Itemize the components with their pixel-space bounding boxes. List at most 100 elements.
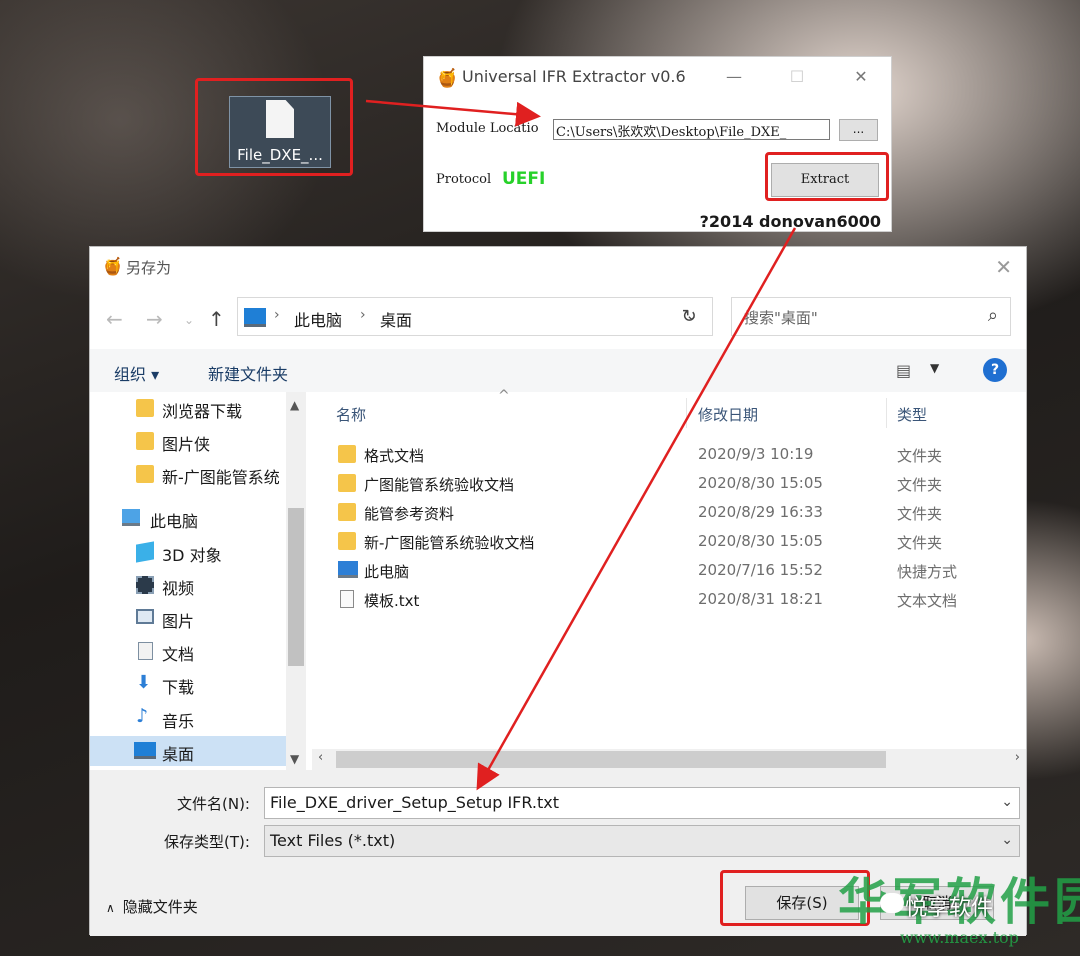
- module-path-input[interactable]: C:\Users\张欢欢\Desktop\File_DXE_: [553, 119, 830, 140]
- column-header-type[interactable]: 类型: [897, 404, 927, 425]
- protocol-value: UEFI: [502, 169, 546, 189]
- file-row[interactable]: 格式文档 2020/9/3 10:19 文件夹: [330, 440, 1020, 469]
- folder-icon: [338, 445, 356, 463]
- view-dropdown-icon[interactable]: ▼: [930, 361, 939, 375]
- file-type: 文件夹: [897, 505, 943, 523]
- wechat-icon: [880, 893, 904, 913]
- forward-arrow-icon[interactable]: →: [146, 307, 163, 331]
- file-row[interactable]: 广图能管系统验收文档 2020/8/30 15:05 文件夹: [330, 469, 1020, 498]
- tree-item-new-guangtu[interactable]: 新-广图能管系统: [90, 459, 286, 489]
- close-icon[interactable]: ✕: [995, 255, 1012, 279]
- folder-icon: [136, 465, 154, 483]
- scroll-thumb[interactable]: [336, 751, 886, 768]
- tree-item-label: 此电脑: [150, 512, 199, 531]
- column-divider: [886, 398, 887, 428]
- tree-item-pictures[interactable]: 图片: [90, 603, 286, 633]
- shortcut-icon: [338, 561, 358, 578]
- scroll-thumb[interactable]: [288, 508, 304, 666]
- watermark-url: www.maex.top: [900, 928, 1019, 947]
- app-icon: 🍯: [436, 68, 459, 89]
- up-arrow-icon[interactable]: ↑: [208, 307, 225, 331]
- title-bar: 🍯 Universal IFR Extractor v0.6 — ☐ ✕: [424, 57, 891, 97]
- minimize-icon[interactable]: —: [724, 67, 744, 86]
- credit-text: ?2014 donovan6000: [699, 212, 881, 231]
- 3d-objects-icon: [136, 541, 154, 563]
- tree-item-browser-downloads[interactable]: 浏览器下载: [90, 393, 286, 423]
- highlight-extract-button: [765, 152, 889, 201]
- music-icon: ♪: [136, 705, 149, 727]
- sort-up-icon: ^: [498, 388, 510, 404]
- save-as-dialog: 🍯 另存为 ✕ ← → ⌄ ↑ › 此电脑 › 桌面 ⌄ ↻ 搜索"桌面" ⌕ …: [89, 246, 1027, 936]
- file-name: 格式文档: [364, 447, 425, 465]
- tree-item-label: 桌面: [162, 745, 195, 764]
- file-list: ^ 名称 修改日期 类型 格式文档 2020/9/3 10:19 文件夹 广图能…: [306, 388, 1026, 748]
- tree-item-music[interactable]: ♪ 音乐: [90, 703, 286, 733]
- tree-item-downloads[interactable]: ⬇ 下载: [90, 669, 286, 699]
- file-name: 此电脑: [364, 563, 410, 581]
- filetype-select[interactable]: Text Files (*.txt) ⌄: [264, 825, 1020, 857]
- tree-item-label: 新-广图能管系统: [162, 468, 280, 487]
- filename-input[interactable]: File_DXE_driver_Setup_Setup IFR.txt ⌄: [264, 787, 1020, 819]
- file-type: 文本文档: [897, 592, 958, 610]
- file-date: 2020/8/30 15:05: [698, 532, 823, 550]
- file-list-hscrollbar[interactable]: ‹ ›: [312, 749, 1026, 770]
- column-header-date[interactable]: 修改日期: [698, 404, 758, 425]
- breadcrumb-desktop[interactable]: 桌面: [380, 307, 412, 331]
- navigation-scrollbar[interactable]: ▲ ▼: [286, 392, 306, 770]
- file-date: 2020/8/31 18:21: [698, 590, 823, 608]
- address-bar[interactable]: › 此电脑 › 桌面 ⌄: [237, 297, 713, 336]
- file-date: 2020/8/29 16:33: [698, 503, 823, 521]
- breadcrumb-separator-icon: ›: [274, 307, 280, 323]
- chevron-down-icon[interactable]: ⌄: [1001, 832, 1013, 848]
- file-name: 广图能管系统验收文档: [364, 476, 515, 494]
- breadcrumb-this-pc[interactable]: 此电脑: [294, 307, 342, 331]
- folder-icon: [136, 399, 154, 417]
- close-icon[interactable]: ✕: [851, 67, 871, 86]
- module-location-label: Module Locatio: [436, 121, 539, 136]
- file-row[interactable]: 能管参考资料 2020/8/29 16:33 文件夹: [330, 498, 1020, 527]
- column-header-name[interactable]: 名称: [336, 404, 366, 425]
- file-row[interactable]: 新-广图能管系统验收文档 2020/8/30 15:05 文件夹: [330, 527, 1020, 556]
- file-row[interactable]: 模板.txt 2020/8/31 18:21 文本文档: [330, 585, 1020, 614]
- hide-folders-toggle[interactable]: ∧ 隐藏文件夹: [106, 896, 198, 917]
- scroll-right-icon[interactable]: ›: [1015, 750, 1020, 765]
- tree-item-label: 图片: [162, 612, 195, 631]
- file-name: 新-广图能管系统验收文档: [364, 534, 535, 552]
- tree-item-3d-objects[interactable]: 3D 对象: [90, 537, 286, 567]
- refresh-button[interactable]: ↻: [666, 297, 713, 336]
- new-folder-button[interactable]: 新建文件夹: [208, 361, 288, 385]
- folder-icon: [338, 474, 356, 492]
- tree-item-label: 视频: [162, 579, 195, 598]
- file-date: 2020/7/16 15:52: [698, 561, 823, 579]
- tree-item-tupianxia[interactable]: 图片侠: [90, 426, 286, 456]
- organize-button[interactable]: 组织 ▾: [114, 361, 159, 385]
- browse-button[interactable]: ...: [839, 119, 878, 141]
- scroll-left-icon[interactable]: ‹: [318, 750, 323, 765]
- search-icon[interactable]: ⌕: [988, 305, 998, 326]
- scroll-down-icon[interactable]: ▼: [290, 752, 299, 766]
- scroll-up-icon[interactable]: ▲: [290, 398, 299, 412]
- recent-dropdown-icon[interactable]: ⌄: [184, 313, 194, 327]
- file-type: 快捷方式: [897, 563, 958, 581]
- back-arrow-icon[interactable]: ←: [106, 307, 123, 331]
- search-input[interactable]: 搜索"桌面" ⌕: [731, 297, 1011, 336]
- view-options-icon[interactable]: ▤: [896, 361, 911, 380]
- tree-item-desktop[interactable]: 桌面: [90, 736, 286, 766]
- computer-icon: [122, 509, 140, 526]
- file-row[interactable]: 此电脑 2020/7/16 15:52 快捷方式: [330, 556, 1020, 585]
- tree-item-label: 图片侠: [162, 435, 211, 454]
- filename-label: 文件名(N):: [177, 795, 250, 813]
- search-placeholder: 搜索"桌面": [744, 309, 818, 327]
- filetype-value: Text Files (*.txt): [270, 831, 396, 850]
- chevron-down-icon[interactable]: ⌄: [1001, 794, 1013, 810]
- tree-item-this-pc[interactable]: 此电脑: [90, 503, 286, 533]
- command-bar: 组织 ▾ 新建文件夹 ▤ ▼ ?: [90, 349, 1026, 392]
- help-icon[interactable]: ?: [983, 358, 1007, 382]
- chevron-up-icon: ∧: [106, 901, 115, 915]
- tree-item-documents[interactable]: 文档: [90, 636, 286, 666]
- ifr-extractor-window: 🍯 Universal IFR Extractor v0.6 — ☐ ✕ Mod…: [423, 56, 892, 232]
- tree-item-videos[interactable]: 视频: [90, 570, 286, 600]
- protocol-label: Protocol: [436, 172, 492, 187]
- computer-icon: [244, 308, 266, 327]
- file-type: 文件夹: [897, 447, 943, 465]
